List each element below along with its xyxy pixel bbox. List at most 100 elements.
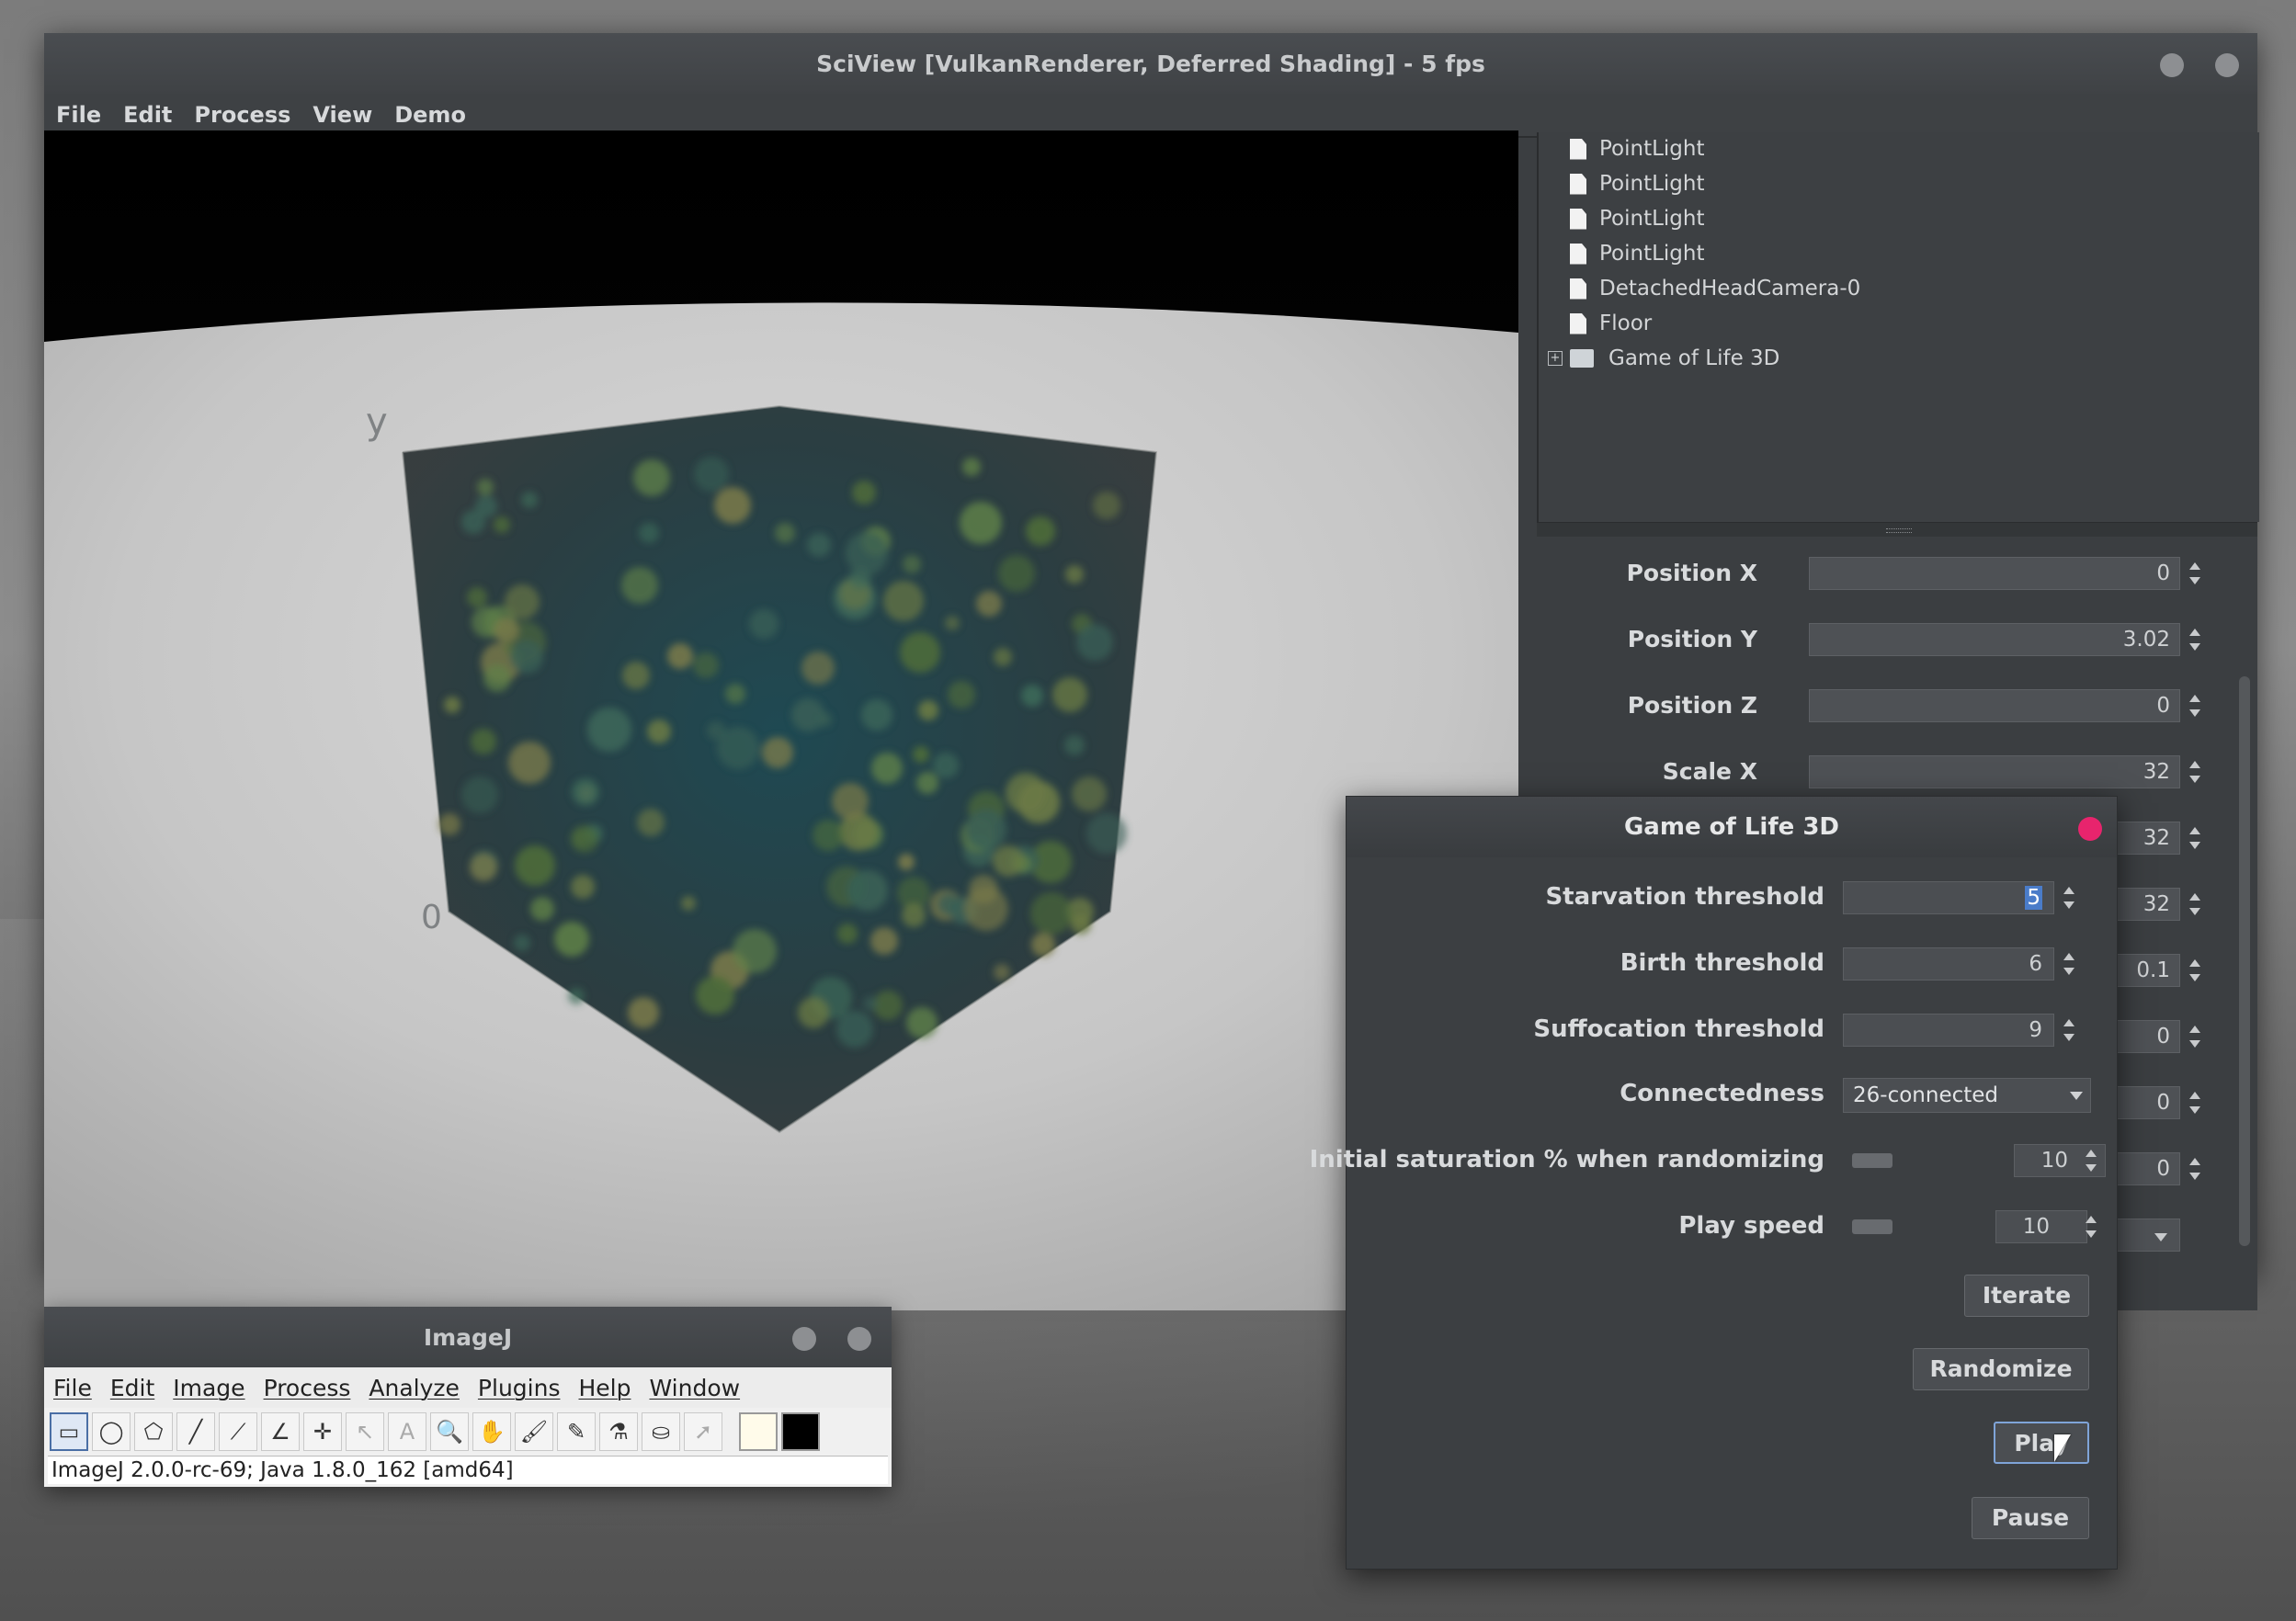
oval-tool[interactable]: ◯ <box>92 1412 131 1451</box>
cell-cluster <box>832 783 869 820</box>
spinner-icon[interactable] <box>2184 557 2206 590</box>
saturation-row: Initial saturation % when randomizing 10 <box>1310 1139 2117 1181</box>
cell-cluster <box>902 903 926 927</box>
file-icon <box>1570 278 1586 300</box>
randomize-button[interactable]: Randomize <box>1913 1348 2089 1390</box>
spinner-icon[interactable] <box>2184 1020 2206 1053</box>
pause-button[interactable]: Pause <box>1972 1497 2089 1539</box>
cell-cluster <box>1086 813 1127 854</box>
saturation-slider[interactable] <box>1852 1153 1892 1168</box>
play-speed-label: Play speed <box>1678 1212 1824 1240</box>
spinner-icon[interactable] <box>2184 689 2206 722</box>
point-tool[interactable]: ✛ <box>303 1412 342 1451</box>
birth-input[interactable]: 6 <box>1843 947 2054 981</box>
background-color-swatch[interactable] <box>781 1412 820 1451</box>
menu-edit[interactable]: Edit <box>113 102 182 128</box>
hand-tool[interactable]: ✋ <box>472 1412 511 1451</box>
spinner-icon[interactable] <box>2184 1152 2206 1185</box>
menu-view[interactable]: View <box>302 102 382 128</box>
menu-file[interactable]: File <box>46 102 111 128</box>
cell-cluster <box>913 746 929 763</box>
render-viewport[interactable]: y 0 <box>44 130 1518 1310</box>
close-button[interactable] <box>2215 53 2239 77</box>
play-speed-spinner[interactable] <box>2080 1210 2102 1243</box>
play-speed-row: Play speed 10 <box>1347 1205 2117 1247</box>
wand-tool[interactable]: ↖ <box>346 1412 384 1451</box>
tree-item-pointlight-2[interactable]: PointLight <box>1570 167 1705 200</box>
cell-cluster <box>762 737 793 768</box>
saturation-spinner[interactable] <box>2080 1144 2102 1177</box>
cell-cluster <box>1071 914 1091 935</box>
ij-menu-process[interactable]: Process <box>255 1375 360 1401</box>
dropper-tool[interactable]: ⚗ <box>599 1412 638 1451</box>
expand-icon[interactable]: + <box>1548 351 1563 366</box>
angle-line-tool[interactable]: ⟋ <box>219 1412 257 1451</box>
gol-titlebar[interactable]: Game of Life 3D <box>1347 797 2117 857</box>
properties-scrollbar[interactable] <box>2239 676 2250 1246</box>
cell-cluster <box>621 567 658 604</box>
cell-cluster <box>647 720 671 743</box>
close-button[interactable] <box>847 1327 871 1351</box>
pencil-tool[interactable]: ✎ <box>557 1412 596 1451</box>
starvation-spinner[interactable] <box>2058 881 2080 914</box>
spinner-icon[interactable] <box>2184 755 2206 788</box>
menu-demo[interactable]: Demo <box>384 102 476 128</box>
play-speed-input[interactable]: 10 <box>1995 1210 2087 1243</box>
tree-item-label: Floor <box>1599 312 1653 335</box>
saturation-label: Initial saturation % when randomizing <box>1309 1146 1824 1173</box>
text-tool[interactable]: A <box>388 1412 426 1451</box>
magnifier-tool[interactable]: 🔍 <box>430 1412 469 1451</box>
rectangle-tool[interactable]: ▭ <box>50 1412 88 1451</box>
ij-menu-image[interactable]: Image <box>164 1375 254 1401</box>
tree-item-floor[interactable]: Floor <box>1570 307 1652 340</box>
close-button[interactable] <box>2078 817 2102 841</box>
spinner-icon[interactable] <box>2184 623 2206 656</box>
cell-cluster <box>994 964 1010 981</box>
ij-menu-window[interactable]: Window <box>640 1375 749 1401</box>
spinner-icon[interactable] <box>2184 888 2206 921</box>
imagej-titlebar[interactable]: ImageJ <box>44 1307 892 1367</box>
connectedness-select[interactable]: 26-connected <box>1843 1078 2091 1113</box>
tree-item-camera[interactable]: DetachedHeadCamera-0 <box>1570 272 1860 305</box>
menu-process[interactable]: Process <box>184 102 301 128</box>
tree-item-pointlight-1[interactable]: PointLight <box>1570 132 1705 165</box>
position-x-field[interactable]: 0 <box>1809 557 2180 590</box>
spinner-icon[interactable] <box>2184 954 2206 987</box>
cell-cluster <box>1017 781 1060 823</box>
arrow-tool[interactable]: ➚ <box>684 1412 722 1451</box>
tree-item-game-of-life[interactable]: + Game of Life 3D <box>1548 342 1779 375</box>
scale-x-field[interactable]: 32 <box>1809 755 2180 788</box>
suffocation-input[interactable]: 9 <box>1843 1014 2054 1047</box>
minimize-button[interactable] <box>792 1327 816 1351</box>
position-z-field[interactable]: 0 <box>1809 689 2180 722</box>
ij-menu-analyze[interactable]: Analyze <box>359 1375 469 1401</box>
polygon-tool[interactable]: ⬠ <box>134 1412 173 1451</box>
play-button[interactable]: Play <box>1994 1422 2089 1464</box>
minimize-button[interactable] <box>2160 53 2184 77</box>
ij-menu-plugins[interactable]: Plugins <box>469 1375 570 1401</box>
birth-spinner[interactable] <box>2058 947 2080 981</box>
tree-item-pointlight-3[interactable]: PointLight <box>1570 202 1705 235</box>
flood-fill-tool[interactable]: ⛀ <box>642 1412 680 1451</box>
iterate-button[interactable]: Iterate <box>1964 1275 2089 1317</box>
brush-tool[interactable]: 🖌 <box>515 1412 553 1451</box>
angle-tool[interactable]: ∠ <box>261 1412 300 1451</box>
position-y-field[interactable]: 3.02 <box>1809 623 2180 656</box>
play-speed-slider[interactable] <box>1852 1219 1892 1234</box>
tree-item-label: PointLight <box>1599 207 1705 231</box>
sciview-title: SciView [VulkanRenderer, Deferred Shadin… <box>816 50 1485 77</box>
cell-cluster <box>438 813 460 835</box>
suffocation-label: Suffocation threshold <box>1533 1015 1824 1043</box>
spinner-icon[interactable] <box>2184 822 2206 855</box>
tree-item-pointlight-4[interactable]: PointLight <box>1570 237 1705 270</box>
line-tool[interactable]: ╱ <box>176 1412 215 1451</box>
suffocation-spinner[interactable] <box>2058 1014 2080 1047</box>
ij-menu-help[interactable]: Help <box>569 1375 640 1401</box>
ij-menu-file[interactable]: File <box>44 1375 101 1401</box>
starvation-input[interactable]: 5 <box>1843 881 2054 914</box>
ij-menu-edit[interactable]: Edit <box>101 1375 164 1401</box>
spinner-icon[interactable] <box>2184 1086 2206 1119</box>
foreground-color-swatch[interactable] <box>739 1412 778 1451</box>
sciview-titlebar[interactable]: SciView [VulkanRenderer, Deferred Shadin… <box>44 33 2257 94</box>
file-icon <box>1570 173 1586 195</box>
